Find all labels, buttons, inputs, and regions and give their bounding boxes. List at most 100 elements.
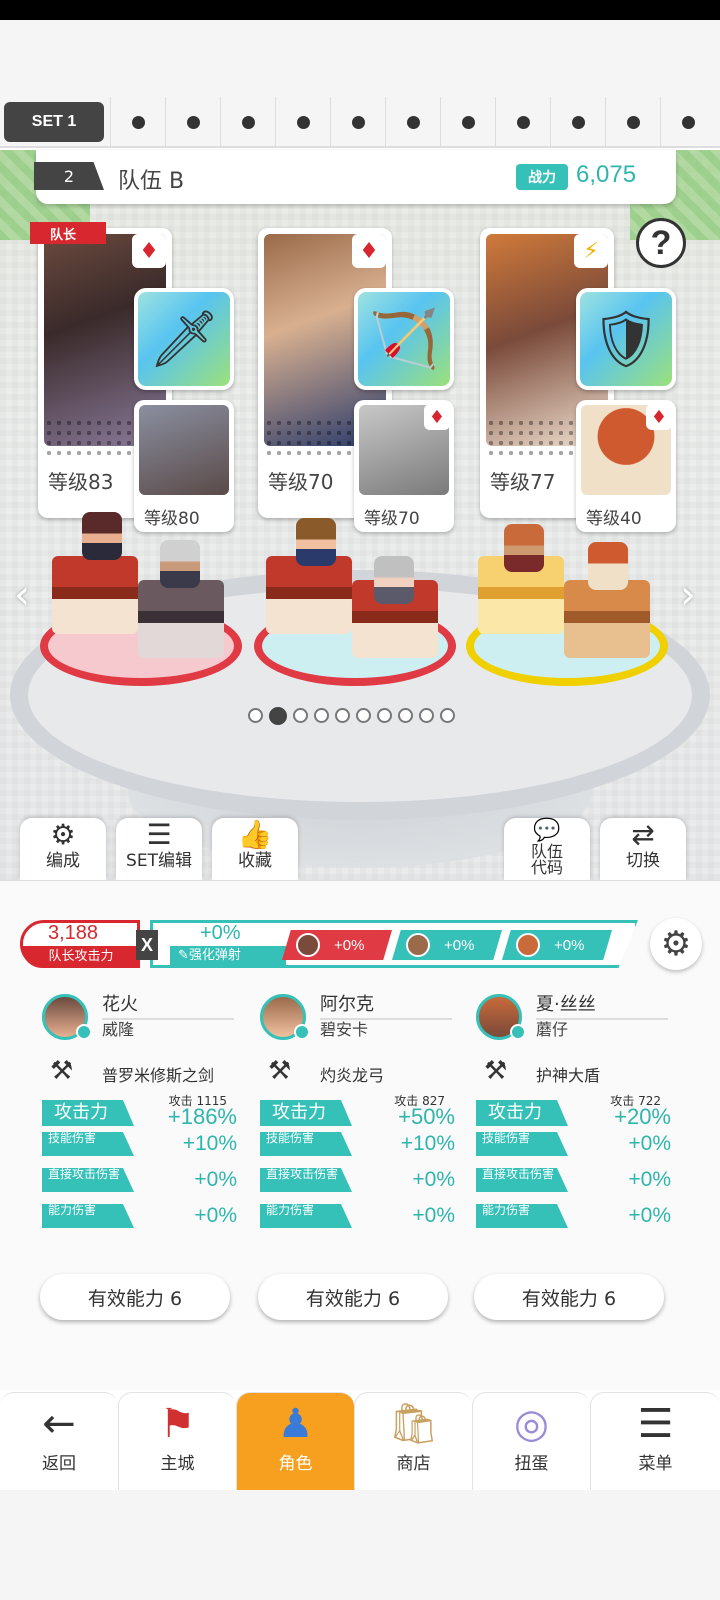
page-dot[interactable]	[398, 708, 413, 723]
dot-icon	[461, 115, 475, 129]
set-tab-11[interactable]	[605, 97, 660, 147]
shield-icon[interactable]: 🛡	[576, 288, 676, 390]
direct-damage-label: 直接攻击伤害	[476, 1168, 568, 1192]
formation-button[interactable]: ⚙ 编成	[20, 818, 106, 880]
nav-town-label: 主城	[160, 1454, 195, 1474]
set-tab-4[interactable]	[220, 97, 275, 147]
page-dot[interactable]	[314, 708, 329, 723]
dot-icon	[131, 115, 145, 129]
skill-damage-label: 技能伤害	[476, 1132, 568, 1156]
main-level: 等级77	[490, 470, 556, 494]
gear-icon[interactable]: ⚙	[650, 918, 702, 970]
nav-shop-label: 商店	[396, 1454, 431, 1474]
main-level: 等级83	[48, 470, 114, 494]
page-dot[interactable]	[269, 707, 287, 725]
attack-row: 攻击力 攻击 827 +50%	[260, 1094, 455, 1129]
dot-icon	[516, 115, 530, 129]
weapon-slot-icon: ⚒	[50, 1056, 74, 1086]
dot-icon	[681, 115, 695, 129]
team-code-button[interactable]: 💬 队伍 代码	[504, 818, 590, 880]
nav-hero[interactable]: ♟ 角色	[236, 1392, 354, 1490]
chibi-sprite	[588, 542, 628, 590]
character-bonus-value: +0%	[554, 936, 585, 954]
sub-character-name: 蘑仔	[536, 1020, 569, 1039]
chibi-sprite	[504, 524, 544, 572]
sword-icon[interactable]: 🗡	[134, 288, 234, 390]
team-number: 2	[34, 162, 104, 190]
set-tab-9[interactable]	[495, 97, 550, 147]
effective-ability-button[interactable]: 有效能力 6	[40, 1274, 230, 1320]
page-dot[interactable]	[419, 708, 434, 723]
skill-damage-percent: +10%	[400, 1132, 455, 1155]
ability-damage-row: 能力伤害 +0%	[42, 1202, 237, 1230]
effective-ability-button[interactable]: 有效能力 6	[258, 1274, 448, 1320]
bow-icon[interactable]: 🏹	[354, 288, 454, 390]
help-button[interactable]: ?	[636, 218, 686, 268]
character-portrait	[139, 405, 229, 495]
cake-block	[266, 556, 352, 634]
page-indicator	[248, 707, 455, 725]
direct-damage-percent: +0%	[628, 1168, 671, 1191]
nav-town[interactable]: ⚑ 主城	[118, 1392, 236, 1490]
cake-block	[138, 580, 224, 658]
pencil-icon: ✎	[178, 948, 189, 963]
sub-character-card-1[interactable]: 等级80	[134, 400, 234, 532]
ability-damage-percent: +0%	[412, 1204, 455, 1227]
skill-damage-percent: +10%	[182, 1132, 237, 1155]
favorites-label: 收藏	[238, 851, 272, 871]
nav-shop[interactable]: 🛍 商店	[354, 1392, 472, 1490]
main-level: 等级70	[268, 470, 334, 494]
set-tab-7[interactable]	[385, 97, 440, 147]
page-dot[interactable]	[440, 708, 455, 723]
next-arrow-icon[interactable]: ›	[680, 572, 696, 618]
set-tab-2[interactable]	[110, 97, 165, 147]
swap-icon: ⇄	[631, 818, 655, 851]
nav-gacha-label: 扭蛋	[514, 1454, 549, 1474]
weapon-slot-icon: ⚒	[484, 1056, 508, 1086]
favorites-button[interactable]: 👍 收藏	[212, 818, 298, 880]
town-icon: ⚑	[159, 1401, 196, 1447]
character-face-icon	[296, 933, 320, 957]
menu-list-icon: ☰	[637, 1401, 674, 1447]
upgrade-badge-icon	[294, 1024, 310, 1040]
dot-icon	[406, 115, 420, 129]
effective-ability-button[interactable]: 有效能力 6	[474, 1274, 664, 1320]
direct-damage-row: 直接攻击伤害 +0%	[476, 1166, 671, 1194]
page-dot[interactable]	[293, 708, 308, 723]
page-dot[interactable]	[248, 708, 263, 723]
set-tab-6[interactable]	[330, 97, 385, 147]
set-edit-button[interactable]: ☰ SET编辑	[116, 818, 202, 880]
formation-icon: ⚙	[50, 818, 76, 851]
character-bonus-2: +0%	[392, 930, 502, 960]
team-name[interactable]: 队伍 B	[118, 163, 184, 195]
nav-back[interactable]: ← 返回	[0, 1392, 118, 1490]
page-dot[interactable]	[377, 708, 392, 723]
character-face-icon	[406, 933, 430, 957]
direct-damage-percent: +0%	[194, 1168, 237, 1191]
upgrade-badge-icon	[76, 1024, 92, 1040]
back-arrow-icon: ←	[42, 1401, 76, 1447]
set-tab-10[interactable]	[550, 97, 605, 147]
attack-row: 攻击力 攻击 1115 +186%	[42, 1094, 237, 1129]
nav-gacha[interactable]: ◎ 扭蛋	[472, 1392, 590, 1490]
sub-level: 等级80	[144, 509, 200, 529]
set-tab-3[interactable]	[165, 97, 220, 147]
set-tabs: SET 1	[0, 97, 720, 148]
character-face-icon	[516, 933, 540, 957]
page-dot[interactable]	[335, 708, 350, 723]
set-tab-1[interactable]: SET 1	[4, 102, 104, 142]
bounce-bonus-text: 强化弹射	[188, 948, 241, 963]
diamond-suit-icon: ♦	[646, 404, 672, 430]
skill-damage-row: 技能伤害 +10%	[42, 1130, 237, 1158]
set-tab-12[interactable]	[660, 97, 715, 147]
page-dot[interactable]	[356, 708, 371, 723]
switch-button[interactable]: ⇄ 切换	[600, 818, 686, 880]
previous-arrow-icon[interactable]: ‹	[14, 572, 30, 618]
ability-damage-percent: +0%	[628, 1204, 671, 1227]
skill-damage-percent: +0%	[628, 1132, 671, 1155]
set-tab-5[interactable]	[275, 97, 330, 147]
sub-character-name: 威隆	[102, 1020, 135, 1039]
chibi-sprite	[82, 512, 122, 560]
set-tab-8[interactable]	[440, 97, 495, 147]
nav-menu[interactable]: ☰ 菜单	[590, 1392, 720, 1490]
